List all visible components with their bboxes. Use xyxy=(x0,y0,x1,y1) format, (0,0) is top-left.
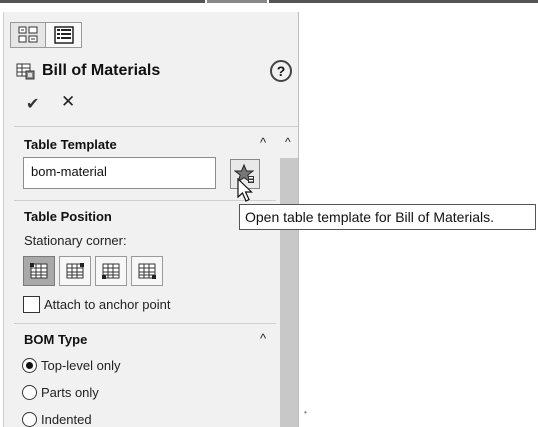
bill-of-materials-icon xyxy=(16,63,36,86)
table-position-title: Table Position xyxy=(24,209,112,224)
toolbar-segment xyxy=(207,0,267,12)
tab-property-manager[interactable] xyxy=(10,22,46,48)
corner-top-left-icon xyxy=(30,263,48,279)
panel-header: Bill of Materials ? xyxy=(4,58,298,86)
property-manager-icon xyxy=(18,26,38,43)
scroll-up-button[interactable]: ^ xyxy=(285,135,291,149)
attach-anchor-checkbox[interactable] xyxy=(23,295,40,313)
attach-anchor-label: Attach to anchor point xyxy=(44,296,171,312)
radio-label: Top-level only xyxy=(41,357,121,373)
bom-type-title: BOM Type xyxy=(24,332,88,347)
panel-title: Bill of Materials xyxy=(42,62,161,79)
corner-bottom-right-button[interactable] xyxy=(131,256,163,286)
stationary-corner-label: Stationary corner: xyxy=(24,233,127,248)
action-buttons: ✔ ✕ xyxy=(4,92,298,118)
corner-bottom-left-button[interactable] xyxy=(95,256,127,286)
help-icon[interactable]: ? xyxy=(270,60,292,82)
radio-top-level-only[interactable] xyxy=(22,357,37,373)
toolbar-segment xyxy=(0,0,205,12)
section-divider xyxy=(14,323,276,324)
bom-type-collapse-button[interactable]: ^ xyxy=(260,331,266,346)
bom-type-option[interactable]: Indented xyxy=(22,410,92,427)
ok-button[interactable]: ✔ xyxy=(26,94,39,114)
top-toolbar-strip xyxy=(0,0,538,12)
bom-type-option[interactable]: Top-level only xyxy=(22,356,121,374)
table-template-collapse-button[interactable]: ^ xyxy=(260,135,266,150)
radio-indented[interactable] xyxy=(22,411,37,427)
stationary-corner-options xyxy=(23,256,163,286)
attach-anchor-option[interactable]: Attach to anchor point xyxy=(23,295,170,313)
corner-top-right-icon xyxy=(66,263,84,279)
radio-label: Indented xyxy=(41,411,92,427)
configuration-list-icon xyxy=(53,26,74,44)
section-divider xyxy=(14,126,298,127)
tooltip: Open table template for Bill of Material… xyxy=(239,204,536,230)
panel-tabs xyxy=(10,22,82,48)
corner-top-right-button[interactable] xyxy=(59,256,91,286)
table-template-input[interactable]: bom-material xyxy=(23,157,216,189)
radio-label: Parts only xyxy=(41,384,99,400)
bom-type-option[interactable]: Parts only xyxy=(22,383,99,401)
corner-top-left-button[interactable] xyxy=(23,256,55,286)
toolbar-segment xyxy=(269,0,538,12)
cancel-button[interactable]: ✕ xyxy=(61,92,75,112)
corner-bottom-right-icon xyxy=(138,263,156,279)
tab-configuration-list[interactable] xyxy=(46,22,82,48)
mouse-pointer-icon xyxy=(237,178,253,202)
radio-parts-only[interactable] xyxy=(22,384,37,400)
table-template-title: Table Template xyxy=(24,137,117,152)
resize-handle[interactable]: • xyxy=(304,408,307,417)
corner-bottom-left-icon xyxy=(102,263,120,279)
vertical-scrollbar[interactable] xyxy=(280,158,298,427)
